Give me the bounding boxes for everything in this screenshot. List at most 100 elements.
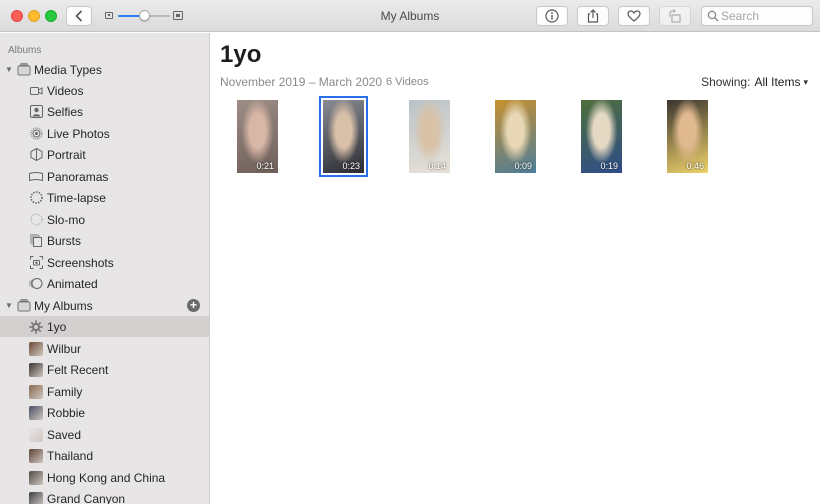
sidebar-item-label: Bursts — [47, 233, 82, 248]
sidebar-group-label: Media Types — [34, 62, 102, 77]
album-date-range: November 2019 – March 2020 — [220, 75, 383, 89]
disclosure-triangle-icon[interactable]: ▼ — [5, 65, 13, 74]
sidebar-item-label: Robbie — [47, 405, 86, 420]
sidebar-item-label: Animated — [47, 276, 98, 291]
zoom-in-icon[interactable] — [173, 11, 183, 20]
sidebar-item-label: Time-lapse — [47, 190, 106, 205]
album-content: 1yo November 2019 – March 2020 6 Videos … — [211, 33, 820, 504]
search-field[interactable] — [701, 6, 813, 26]
fullscreen-window-button[interactable] — [45, 10, 57, 22]
sidebar-item-live-photos[interactable]: Live Photos — [0, 123, 209, 144]
share-icon — [587, 9, 599, 23]
video-thumbnail[interactable]: 0:19 — [581, 100, 622, 173]
sidebar-item-time-lapse[interactable]: Time-lapse — [0, 187, 209, 208]
sidebar-item-label: Felt Recent — [47, 362, 109, 377]
animated-icon — [29, 277, 43, 291]
sidebar-group-media-types[interactable]: ▼ Media Types — [0, 59, 209, 80]
video-thumbnail[interactable]: 0:23 — [319, 96, 368, 177]
video-duration: 0:21 — [256, 161, 274, 171]
sidebar-item-label: Saved — [47, 427, 82, 442]
rotate-button[interactable] — [659, 6, 691, 26]
screenshot-icon — [29, 256, 43, 270]
window-title: My Albums — [380, 9, 440, 23]
showing-filter-value: All Items — [754, 75, 801, 89]
minimize-window-button[interactable] — [28, 10, 40, 22]
video-duration: 0:23 — [342, 161, 360, 171]
sidebar-item-label: Panoramas — [47, 169, 109, 184]
album-title: 1yo — [220, 41, 262, 68]
video-duration: 0:19 — [600, 161, 618, 171]
search-input[interactable] — [721, 9, 809, 23]
album-thumbnail — [29, 448, 43, 463]
sidebar-item-label: 1yo — [47, 319, 67, 334]
back-button[interactable] — [66, 6, 92, 26]
title-bar: My Albums — [0, 0, 820, 32]
sidebar-item-slo-mo[interactable]: Slo-mo — [0, 209, 209, 230]
sidebar-item-label: Screenshots — [47, 255, 114, 270]
album-thumbnail — [29, 427, 43, 442]
sidebar-item-label: Slo-mo — [47, 212, 86, 227]
folder-stack-icon — [17, 63, 31, 77]
sidebar-item-portrait[interactable]: Portrait — [0, 144, 209, 165]
album-thumbnail — [29, 341, 43, 356]
sidebar: Albums ▼ Media Types Videos Selfies Live… — [0, 33, 210, 504]
info-button[interactable] — [536, 6, 568, 26]
panorama-icon — [29, 170, 43, 184]
video-duration: 0:09 — [514, 161, 532, 171]
add-album-button[interactable]: + — [187, 299, 200, 312]
zoom-slider-knob[interactable] — [139, 10, 150, 21]
album-thumbnail — [29, 384, 43, 399]
sidebar-album-grand-canyon[interactable]: Grand Canyon — [0, 488, 209, 504]
showing-filter-label: Showing: — [701, 75, 751, 89]
sidebar-album-felt-recent[interactable]: Felt Recent — [0, 359, 209, 380]
search-icon — [707, 10, 719, 25]
sidebar-item-selfies[interactable]: Selfies — [0, 101, 209, 122]
video-thumbnail[interactable]: 0:14 — [409, 100, 450, 173]
slo-mo-icon — [29, 213, 43, 227]
sidebar-group-my-albums[interactable]: ▼ My Albums + — [0, 295, 209, 316]
selfie-icon — [29, 105, 43, 119]
sidebar-item-bursts[interactable]: Bursts — [0, 230, 209, 251]
chevron-left-icon — [75, 10, 83, 22]
disclosure-triangle-icon[interactable]: ▼ — [5, 301, 13, 310]
portrait-icon — [29, 148, 43, 162]
sidebar-album-thailand[interactable]: Thailand — [0, 445, 209, 466]
sidebar-album-family[interactable]: Family — [0, 381, 209, 402]
album-item-count: 6 Videos — [386, 76, 429, 88]
sidebar-album-robbie[interactable]: Robbie — [0, 402, 209, 423]
info-icon — [545, 9, 559, 23]
sidebar-item-screenshots[interactable]: Screenshots — [0, 252, 209, 273]
sidebar-item-label: Live Photos — [47, 126, 110, 141]
heart-icon — [627, 10, 641, 22]
sidebar-item-label: Portrait — [47, 147, 86, 162]
sidebar-item-panoramas[interactable]: Panoramas — [0, 166, 209, 187]
zoom-slider[interactable] — [118, 10, 170, 21]
close-window-button[interactable] — [11, 10, 23, 22]
sidebar-item-animated[interactable]: Animated — [0, 273, 209, 294]
album-thumbnail — [29, 405, 43, 420]
chevron-down-icon: ▾ — [803, 76, 808, 87]
video-thumbnail[interactable]: 0:46 — [667, 100, 708, 173]
bursts-icon — [29, 234, 43, 248]
showing-filter[interactable]: Showing: All Items ▾ — [701, 75, 808, 89]
video-icon — [29, 84, 43, 98]
sidebar-item-label: Grand Canyon — [47, 491, 126, 504]
video-thumbnail[interactable]: 0:09 — [495, 100, 536, 173]
video-duration: 0:14 — [428, 161, 446, 171]
sidebar-album-1yo[interactable]: 1yo — [0, 316, 209, 337]
album-thumbnail — [29, 491, 43, 504]
favorite-button[interactable] — [618, 6, 650, 26]
sidebar-album-saved[interactable]: Saved — [0, 424, 209, 445]
album-gear-icon — [29, 319, 43, 334]
album-thumbnail — [29, 470, 43, 485]
sidebar-item-videos[interactable]: Videos — [0, 80, 209, 101]
folder-stack-icon — [17, 299, 31, 313]
video-thumbnail[interactable]: 0:21 — [237, 100, 278, 173]
share-button[interactable] — [577, 6, 609, 26]
sidebar-heading: Albums — [8, 45, 42, 56]
sidebar-item-label: Selfies — [47, 104, 84, 119]
zoom-out-icon[interactable] — [105, 12, 113, 19]
sidebar-album-wilbur[interactable]: Wilbur — [0, 338, 209, 359]
sidebar-item-label: Thailand — [47, 448, 94, 463]
sidebar-album-hong-kong-and-china[interactable]: Hong Kong and China — [0, 467, 209, 488]
